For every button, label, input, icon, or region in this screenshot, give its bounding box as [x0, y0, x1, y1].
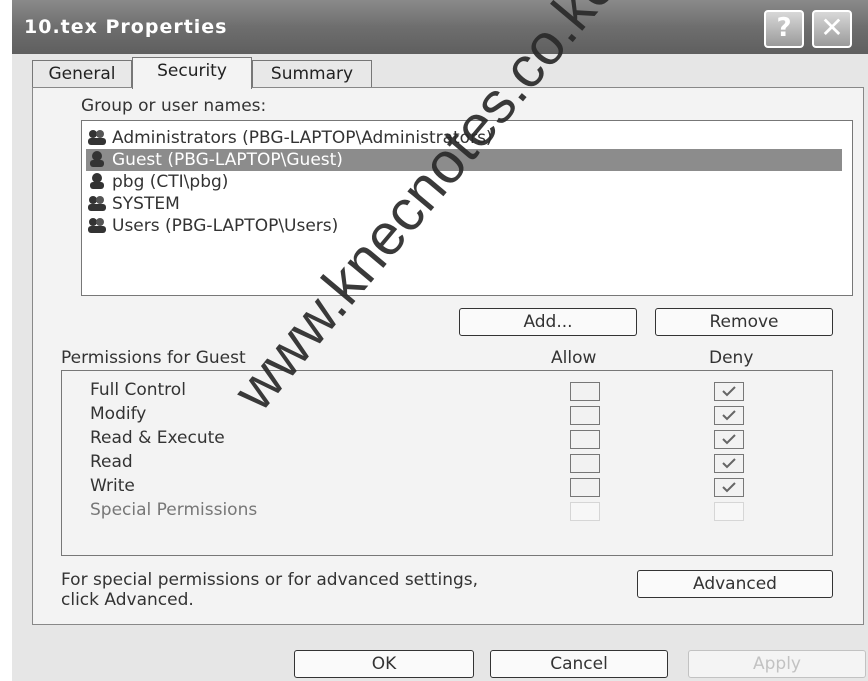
deny-read-execute-checkbox[interactable] [714, 430, 744, 449]
close-icon: ✕ [820, 11, 844, 44]
permission-special: Special Permissions [90, 500, 258, 520]
permission-modify: Modify [90, 404, 147, 424]
tab-security[interactable]: Security [132, 57, 252, 89]
user-name: Guest (PBG-LAPTOP\Guest) [112, 150, 343, 170]
permissions-header: Permissions for Guest [61, 348, 246, 368]
add-button[interactable]: Add... [459, 308, 637, 336]
group-icon [88, 196, 106, 211]
list-item[interactable]: Users (PBG-LAPTOP\Users) [86, 215, 338, 237]
deny-read-checkbox[interactable] [714, 454, 744, 473]
allow-write-checkbox[interactable] [570, 478, 600, 497]
remove-button[interactable]: Remove [655, 308, 833, 336]
user-name: SYSTEM [112, 194, 180, 214]
window-title: 10.tex Properties [24, 16, 228, 38]
user-name: pbg (CTI\pbg) [112, 172, 229, 192]
allow-special-checkbox [570, 502, 600, 521]
check-icon [722, 458, 736, 469]
apply-button[interactable]: Apply [688, 650, 866, 678]
deny-modify-checkbox[interactable] [714, 406, 744, 425]
user-name: Users (PBG-LAPTOP\Users) [112, 216, 339, 236]
tab-general[interactable]: General [32, 60, 132, 87]
list-item[interactable]: SYSTEM [86, 193, 180, 215]
permission-full-control: Full Control [90, 380, 186, 400]
tab-summary[interactable]: Summary [252, 60, 372, 87]
group-icon [88, 130, 106, 145]
ok-button[interactable]: OK [294, 650, 474, 678]
user-icon [90, 173, 104, 189]
list-item[interactable]: pbg (CTI\pbg) [86, 171, 228, 193]
close-button[interactable]: ✕ [812, 10, 852, 48]
permission-read-execute: Read & Execute [90, 428, 225, 448]
allow-modify-checkbox[interactable] [570, 406, 600, 425]
advanced-button[interactable]: Advanced [637, 570, 833, 598]
user-icon [90, 151, 104, 167]
help-button[interactable]: ? [764, 10, 804, 48]
allow-read-checkbox[interactable] [570, 454, 600, 473]
deny-header: Deny [709, 348, 754, 368]
deny-write-checkbox[interactable] [714, 478, 744, 497]
properties-dialog: 10.tex Properties ? ✕ General Security S… [12, 0, 868, 681]
title-bar[interactable]: 10.tex Properties ? ✕ [12, 0, 868, 54]
allow-read-execute-checkbox[interactable] [570, 430, 600, 449]
cancel-button[interactable]: Cancel [490, 650, 668, 678]
group-label: Group or user names: [81, 96, 267, 116]
advanced-note-line2: click Advanced. [61, 590, 194, 610]
check-icon [722, 434, 736, 445]
permission-read: Read [90, 452, 133, 472]
group-icon [88, 218, 106, 233]
allow-header: Allow [551, 348, 597, 368]
deny-full-control-checkbox[interactable] [714, 382, 744, 401]
advanced-note-line1: For special permissions or for advanced … [61, 570, 479, 590]
allow-full-control-checkbox[interactable] [570, 382, 600, 401]
check-icon [722, 482, 736, 493]
help-icon: ? [776, 13, 792, 43]
check-icon [722, 386, 736, 397]
deny-special-checkbox [714, 502, 744, 521]
permissions-list[interactable]: Full Control Modify Read & Execute Read … [61, 370, 833, 556]
permission-write: Write [90, 476, 135, 496]
check-icon [722, 410, 736, 421]
